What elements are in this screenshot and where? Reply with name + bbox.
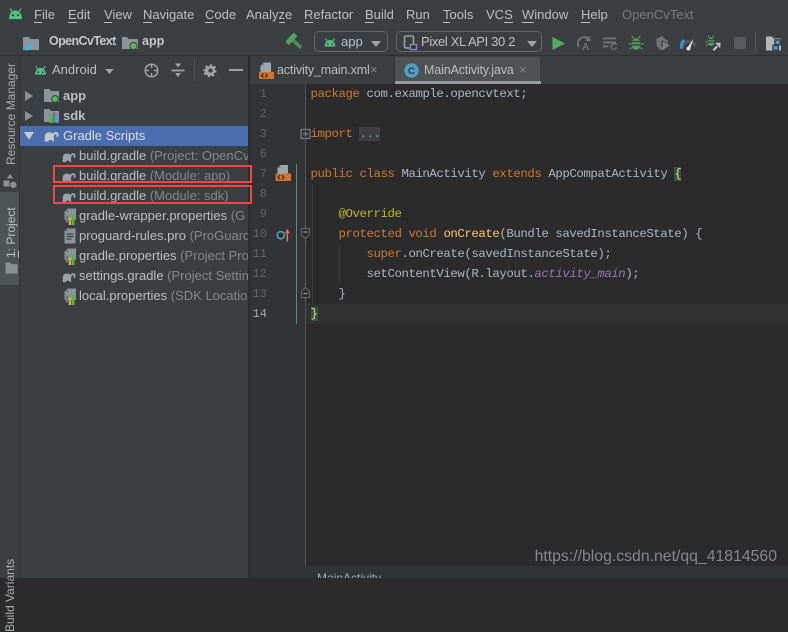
- svg-text:A: A: [582, 42, 589, 51]
- svg-text:C: C: [408, 66, 415, 77]
